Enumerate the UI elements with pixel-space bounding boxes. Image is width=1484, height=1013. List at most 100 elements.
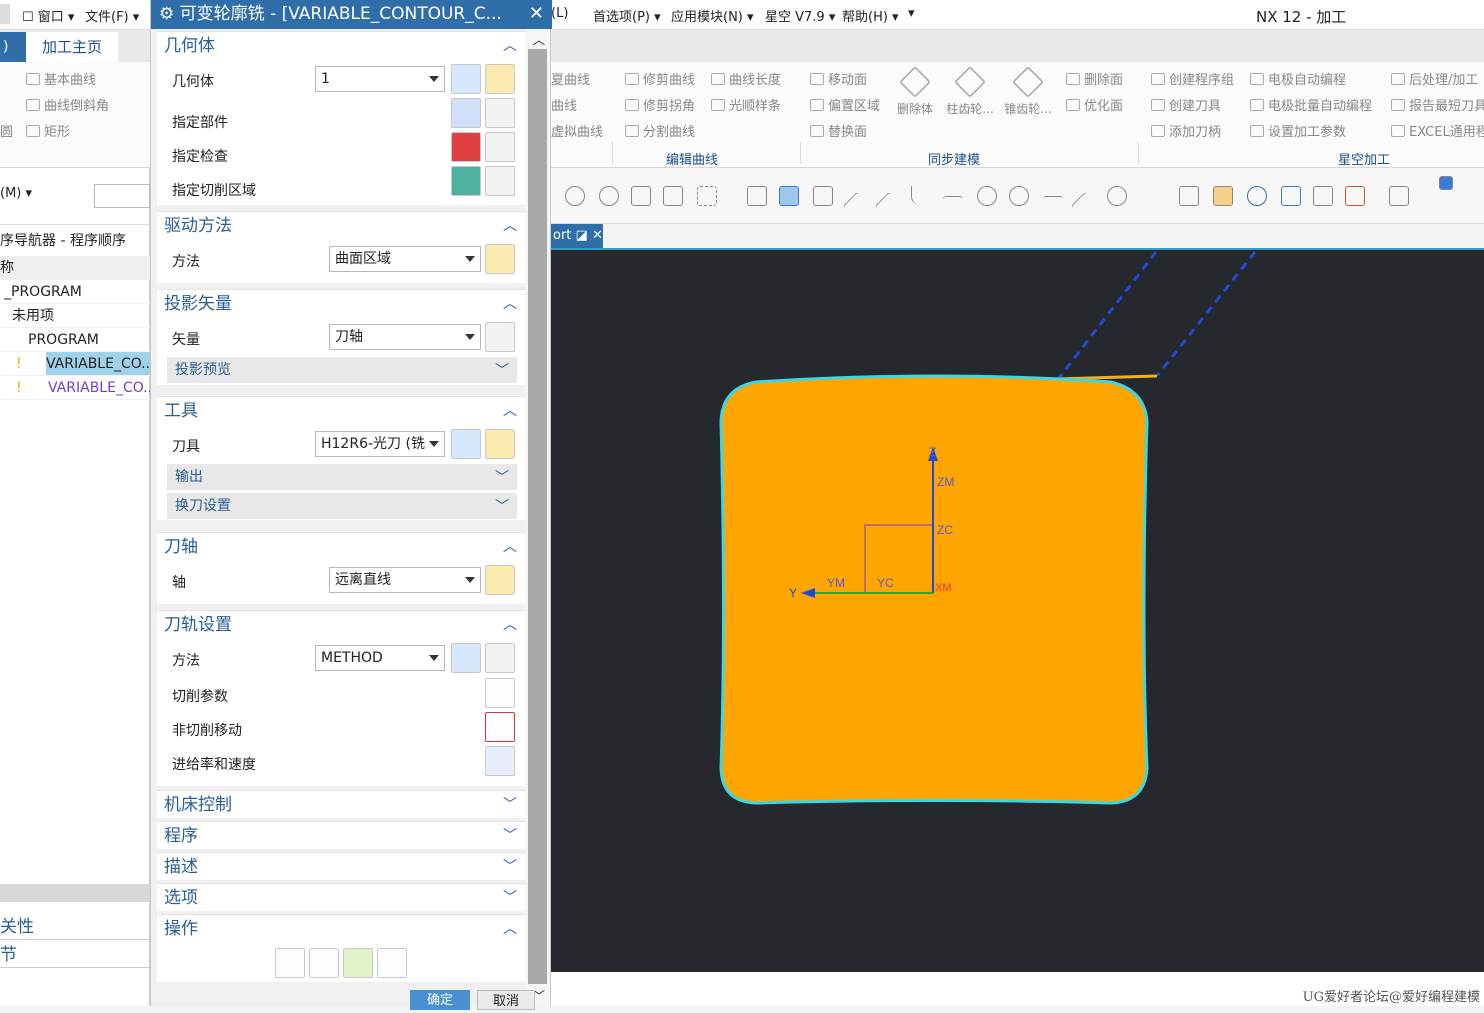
ribbon-offset-region[interactable]: 偏置区域: [810, 95, 880, 114]
tangent-icon[interactable]: [1070, 191, 1100, 221]
cancel-button[interactable]: 取消: [477, 990, 535, 1010]
edit-method-button[interactable]: [485, 643, 515, 673]
tool-change[interactable]: 换刀设置 ﹀: [167, 493, 517, 519]
ribbon-curve-length[interactable]: 曲线长度: [711, 69, 781, 88]
nav-dependencies[interactable]: 关性: [0, 912, 150, 940]
viewport-tab[interactable]: ort ◪ ✕: [551, 224, 603, 248]
verify-button[interactable]: [343, 948, 373, 978]
ribbon-set-params[interactable]: 设置加工参数: [1250, 121, 1346, 140]
edit-drive-button[interactable]: [485, 244, 515, 274]
section-machine-header[interactable]: 机床控制 ﹀: [157, 790, 525, 818]
nav-row-op1[interactable]: ! VARIABLE_CO...: [0, 352, 150, 376]
edit-geometry-button[interactable]: [485, 64, 515, 94]
sphere-icon[interactable]: [1107, 186, 1127, 206]
render-style-icon[interactable]: [1389, 186, 1409, 206]
ribbon-replace-face[interactable]: 替换面: [810, 121, 867, 140]
ribbon-tab-file[interactable]: ): [0, 32, 26, 62]
nav-row-op2[interactable]: ! VARIABLE_CO...: [0, 376, 150, 400]
select-check-button[interactable]: [451, 132, 481, 162]
geometry-select[interactable]: 1: [315, 66, 445, 92]
arc-icon[interactable]: [911, 186, 931, 206]
menu-help[interactable]: 帮助(H) ▾: [842, 6, 899, 25]
section-geometry-header[interactable]: 几何体 ︿: [157, 31, 525, 59]
shaded-icon[interactable]: [779, 186, 799, 206]
ribbon-create-program-group[interactable]: 创建程序组: [1151, 69, 1234, 88]
ribbon-curve-partial-3[interactable]: 虚拟曲线: [551, 121, 603, 140]
ribbon-create-tool[interactable]: 创建刀具: [1151, 95, 1221, 114]
show-check-button[interactable]: [485, 132, 515, 162]
dialog-scrollbar[interactable]: ︿ ﹀: [525, 29, 550, 1006]
nav-row-nc-program[interactable]: _PROGRAM: [0, 280, 150, 304]
quick-access-dropdown-icon[interactable]: ▾: [908, 6, 915, 21]
new-method-button[interactable]: [451, 643, 481, 673]
circle-center-icon[interactable]: [977, 186, 997, 206]
graphics-viewport[interactable]: Z ZM ZC Y YM YC XM: [551, 250, 1484, 972]
polygon-icon[interactable]: [631, 186, 651, 206]
replay-button[interactable]: [309, 948, 339, 978]
ribbon-chamfer-curve[interactable]: 曲线倒斜角: [26, 95, 109, 114]
ribbon-circle[interactable]: 圆: [0, 121, 13, 140]
ribbon-curve-partial-1[interactable]: 夏曲线: [551, 69, 590, 88]
ribbon-trim-corner[interactable]: 修剪拐角: [625, 95, 695, 114]
nav-hscroll[interactable]: [0, 884, 150, 902]
tab-home[interactable]: 加工主页: [26, 32, 118, 62]
axis-select[interactable]: 远离直线: [329, 567, 481, 593]
edit-axis-button[interactable]: [485, 565, 515, 595]
ribbon-add-holder[interactable]: 添加刀柄: [1151, 121, 1221, 140]
path-method-select[interactable]: METHOD: [315, 645, 445, 671]
nav-column-name[interactable]: 称: [0, 256, 150, 280]
vector-select[interactable]: 刀轴: [329, 324, 481, 350]
layout-icon[interactable]: [1313, 186, 1333, 206]
nav-details[interactable]: 节: [0, 940, 150, 968]
pan-icon[interactable]: [1281, 186, 1301, 206]
menu-l[interactable]: (L): [551, 6, 568, 21]
tool-output[interactable]: 输出 ﹀: [167, 464, 517, 490]
projection-preview[interactable]: 投影预览 ﹀: [167, 357, 517, 383]
ok-button[interactable]: 确定: [410, 990, 470, 1010]
point-icon[interactable]: [599, 186, 619, 206]
circle-icon[interactable]: [1009, 186, 1029, 206]
select-box-icon[interactable]: [697, 186, 717, 206]
show-cut-area-button[interactable]: [485, 166, 515, 196]
select-cut-area-button[interactable]: [451, 166, 481, 196]
section-description-header[interactable]: 描述 ﹀: [157, 852, 525, 880]
list-button[interactable]: [377, 948, 407, 978]
menu-file[interactable]: 文件(F) ▾: [85, 6, 139, 25]
section-drive-header[interactable]: 驱动方法 ︿: [157, 211, 525, 239]
menu-preferences[interactable]: 首选项(P) ▾: [593, 6, 661, 25]
cut-params-button[interactable]: [485, 678, 515, 708]
section-actions-header[interactable]: 操作 ︿: [157, 914, 525, 942]
ribbon-move-face[interactable]: 移动面: [810, 69, 867, 88]
crosshair-icon[interactable]: [943, 196, 963, 216]
section-options-header[interactable]: 选项 ﹀: [157, 883, 525, 911]
rotate-icon[interactable]: [1247, 186, 1267, 206]
ribbon-excel[interactable]: EXCEL通用程: [1391, 121, 1484, 140]
nav-filter-input[interactable]: [94, 184, 150, 208]
scrollbar-thumb[interactable]: [528, 49, 547, 984]
edit-tool-button[interactable]: [485, 429, 515, 459]
cube-icon[interactable]: [1439, 176, 1453, 190]
select-part-button[interactable]: [451, 98, 481, 128]
new-geometry-button[interactable]: [451, 64, 481, 94]
scroll-up-icon[interactable]: ︿: [533, 31, 545, 48]
section-tool-header[interactable]: 工具 ︿: [157, 396, 525, 424]
ribbon-trim-curve[interactable]: 修剪曲线: [625, 69, 695, 88]
ribbon-divide-curve[interactable]: 分割曲线: [625, 121, 695, 140]
close-icon[interactable]: ✕: [529, 0, 544, 28]
line-icon[interactable]: [842, 191, 872, 221]
ribbon-bevel-gear[interactable]: 锥齿轮...: [1002, 66, 1054, 117]
segment-icon[interactable]: [874, 191, 904, 221]
section-projection-header[interactable]: 投影矢量 ︿: [157, 289, 525, 317]
drive-method-select[interactable]: 曲面区域: [329, 246, 481, 272]
ribbon-smooth-spline[interactable]: 光顺样条: [711, 95, 781, 114]
fit-view-icon[interactable]: [1179, 186, 1199, 206]
ribbon-optimize-face[interactable]: 优化面: [1066, 95, 1123, 114]
noncut-button[interactable]: [485, 712, 515, 742]
new-tool-button[interactable]: [451, 429, 481, 459]
plus-icon[interactable]: [1043, 196, 1063, 216]
view-box-icon[interactable]: [747, 186, 767, 206]
menu-xingkong[interactable]: 星空 V7.9 ▾: [765, 6, 835, 25]
ribbon-electrode-batch[interactable]: 电极批量自动编程: [1250, 95, 1372, 114]
tool-select[interactable]: H12R6-光刀 (铣: [315, 431, 445, 457]
zoom-icon[interactable]: [1213, 186, 1233, 206]
